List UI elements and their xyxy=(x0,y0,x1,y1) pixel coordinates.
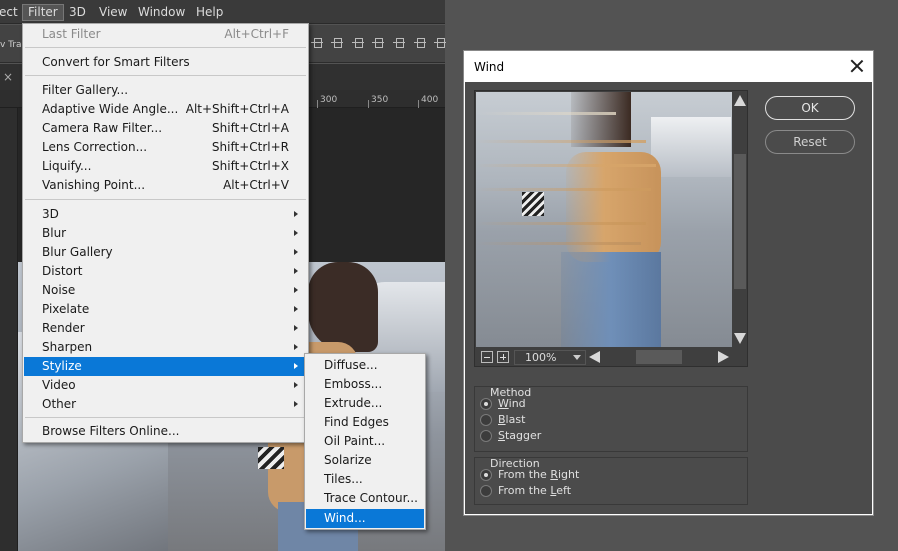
align-icon[interactable] xyxy=(372,37,384,49)
dialog-titlebar[interactable]: Wind xyxy=(465,52,872,82)
menu-item-lens-correction[interactable]: Lens Correction... Shift+Ctrl+R xyxy=(24,138,307,157)
menu-item-blur[interactable]: Blur xyxy=(24,224,307,243)
menu-item-adaptive-wide-angle[interactable]: Adaptive Wide Angle... Alt+Shift+Ctrl+A xyxy=(24,100,307,119)
vertical-ruler xyxy=(0,108,18,551)
align-icon[interactable] xyxy=(331,37,343,49)
submenu-arrow-icon xyxy=(294,287,298,293)
menu-item-stylize[interactable]: Stylize xyxy=(24,357,307,376)
submenu-arrow-icon xyxy=(294,344,298,350)
tab-close-icon[interactable]: × xyxy=(3,70,13,84)
menu-item-convert-smart-filters[interactable]: Convert for Smart Filters xyxy=(24,53,307,72)
menu-item-video[interactable]: Video xyxy=(24,376,307,395)
submenu-arrow-icon xyxy=(294,325,298,331)
zoom-out-icon[interactable] xyxy=(481,351,493,363)
menu-item-noise[interactable]: Noise xyxy=(24,281,307,300)
submenu-item-trace-contour[interactable]: Trace Contour... xyxy=(306,489,424,508)
submenu-arrow-icon xyxy=(294,249,298,255)
scroll-up-arrow-icon[interactable] xyxy=(734,95,746,106)
menu-3d[interactable]: 3D xyxy=(64,4,91,21)
radio-icon[interactable] xyxy=(480,469,492,481)
reset-button[interactable]: Reset xyxy=(765,130,855,154)
menu-item-pixelate[interactable]: Pixelate xyxy=(24,300,307,319)
options-partial-text: v Tra xyxy=(0,40,22,50)
menu-item-sharpen[interactable]: Sharpen xyxy=(24,338,307,357)
ruler-label: 300 xyxy=(320,95,338,105)
align-icon[interactable] xyxy=(311,37,323,49)
direction-group: Direction From the Right From the Left xyxy=(474,457,748,505)
method-group: Method Wind Blast Stagger xyxy=(474,386,748,452)
radio-icon[interactable] xyxy=(480,414,492,426)
distribute-icon[interactable] xyxy=(434,37,446,49)
submenu-item-solarize[interactable]: Solarize xyxy=(306,451,424,470)
submenu-item-find-edges[interactable]: Find Edges xyxy=(306,413,424,432)
menu-view[interactable]: View xyxy=(94,4,132,21)
submenu-arrow-icon xyxy=(294,306,298,312)
submenu-item-diffuse[interactable]: Diffuse... xyxy=(306,356,424,375)
submenu-arrow-icon xyxy=(294,363,298,369)
filter-menu: Last Filter Alt+Ctrl+F Convert for Smart … xyxy=(22,23,309,443)
menu-item-blur-gallery[interactable]: Blur Gallery xyxy=(24,243,307,262)
menu-item-distort[interactable]: Distort xyxy=(24,262,307,281)
vertical-scrollbar[interactable] xyxy=(733,92,747,347)
submenu-item-extrude[interactable]: Extrude... xyxy=(306,394,424,413)
distribute-icon[interactable] xyxy=(393,37,405,49)
submenu-item-emboss[interactable]: Emboss... xyxy=(306,375,424,394)
menu-item-filter-gallery[interactable]: Filter Gallery... xyxy=(24,81,307,100)
dialog-title: Wind xyxy=(474,60,505,74)
chevron-down-icon[interactable] xyxy=(573,355,581,360)
zoom-in-icon[interactable] xyxy=(497,351,509,363)
menu-item-browse-filters-online[interactable]: Browse Filters Online... xyxy=(24,422,307,441)
menu-item-camera-raw-filter[interactable]: Camera Raw Filter... Shift+Ctrl+A xyxy=(24,119,307,138)
radio-icon[interactable] xyxy=(480,430,492,442)
menu-item-last-filter[interactable]: Last Filter Alt+Ctrl+F xyxy=(24,25,307,44)
scroll-down-arrow-icon[interactable] xyxy=(734,333,746,344)
menu-bar: ect Filter 3D View Window Help xyxy=(0,0,445,24)
distribute-icon[interactable] xyxy=(414,37,426,49)
close-icon[interactable] xyxy=(850,59,864,73)
submenu-arrow-icon xyxy=(294,268,298,274)
radio-icon[interactable] xyxy=(480,398,492,410)
submenu-item-tiles[interactable]: Tiles... xyxy=(306,470,424,489)
menu-item-3d[interactable]: 3D xyxy=(24,205,307,224)
preview-panel: 100% xyxy=(474,90,748,367)
menu-help[interactable]: Help xyxy=(191,4,228,21)
scroll-thumb[interactable] xyxy=(734,154,746,289)
scroll-left-arrow-icon[interactable] xyxy=(589,351,600,363)
submenu-arrow-icon xyxy=(294,211,298,217)
radio-icon[interactable] xyxy=(480,485,492,497)
submenu-item-oil-paint[interactable]: Oil Paint... xyxy=(306,432,424,451)
ok-button[interactable]: OK xyxy=(765,96,855,120)
menu-window[interactable]: Window xyxy=(133,4,190,21)
submenu-item-wind[interactable]: Wind... xyxy=(306,509,424,528)
menu-item-vanishing-point[interactable]: Vanishing Point... Alt+Ctrl+V xyxy=(24,176,307,195)
menu-filter[interactable]: Filter xyxy=(22,4,64,21)
menu-item-render[interactable]: Render xyxy=(24,319,307,338)
preview-image[interactable] xyxy=(476,92,732,347)
stylize-submenu: Diffuse... Emboss... Extrude... Find Edg… xyxy=(304,353,426,530)
scroll-thumb[interactable] xyxy=(636,350,682,364)
submenu-arrow-icon xyxy=(294,230,298,236)
align-icon[interactable] xyxy=(352,37,364,49)
wind-dialog: Wind 100% OK Reset Method Wind Blast Sta… xyxy=(464,51,873,515)
zoom-controls: 100% xyxy=(476,348,747,366)
submenu-arrow-icon xyxy=(294,401,298,407)
menu-item-liquify[interactable]: Liquify... Shift+Ctrl+X xyxy=(24,157,307,176)
submenu-arrow-icon xyxy=(294,382,298,388)
scroll-right-arrow-icon[interactable] xyxy=(718,351,729,363)
ruler-label: 350 xyxy=(371,95,389,105)
menu-item-other[interactable]: Other xyxy=(24,395,307,414)
ruler-label: 400 xyxy=(421,95,439,105)
menu-select[interactable]: ect xyxy=(0,4,23,21)
